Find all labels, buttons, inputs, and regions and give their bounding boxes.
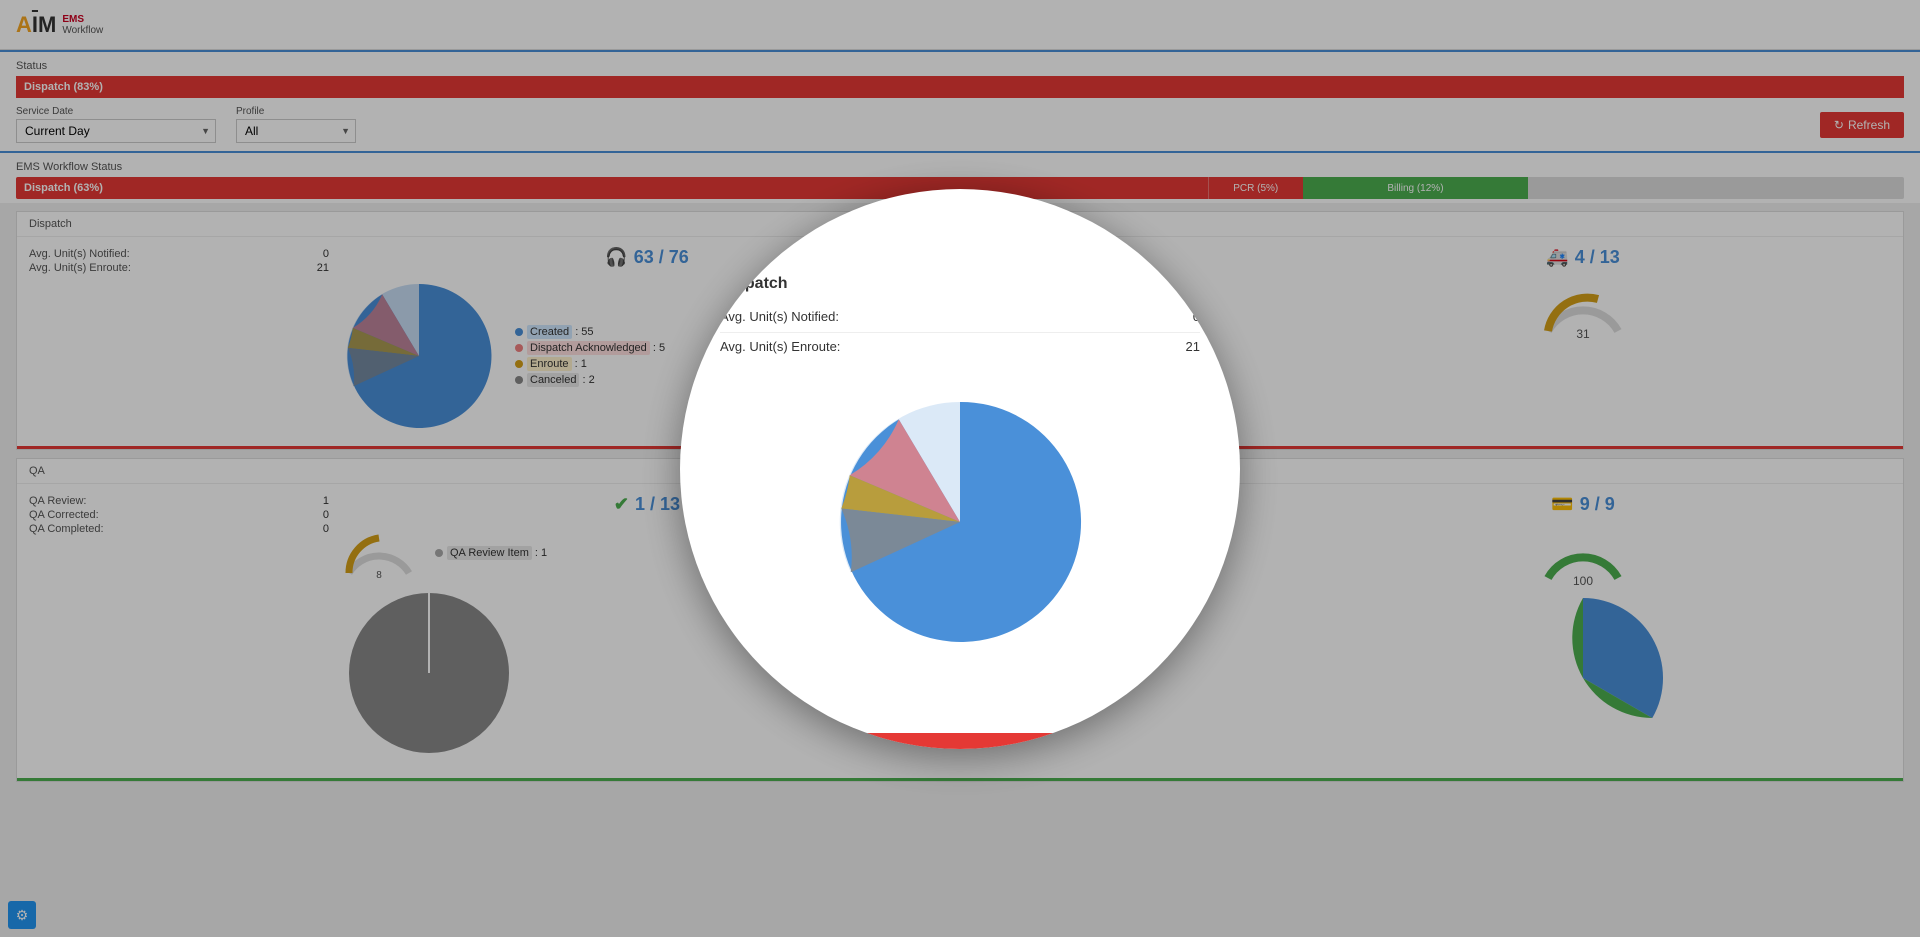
modal-stats: Avg. Unit(s) Notified: 0 Avg. Unit(s) En… (720, 309, 1200, 362)
modal-overlay[interactable]: Dispatch Avg. Unit(s) Notified: 0 Avg. U… (0, 0, 1920, 937)
modal-title: Dispatch (720, 275, 1200, 293)
modal-content: Dispatch Avg. Unit(s) Notified: 0 Avg. U… (680, 245, 1240, 692)
modal-pie-chart (820, 382, 1100, 662)
modal-stat-enroute: Avg. Unit(s) Enroute: 21 (720, 339, 1200, 362)
modal-chart (720, 382, 1200, 662)
modal-circle: Dispatch Avg. Unit(s) Notified: 0 Avg. U… (680, 189, 1240, 749)
modal-stat-notified: Avg. Unit(s) Notified: 0 (720, 309, 1200, 333)
